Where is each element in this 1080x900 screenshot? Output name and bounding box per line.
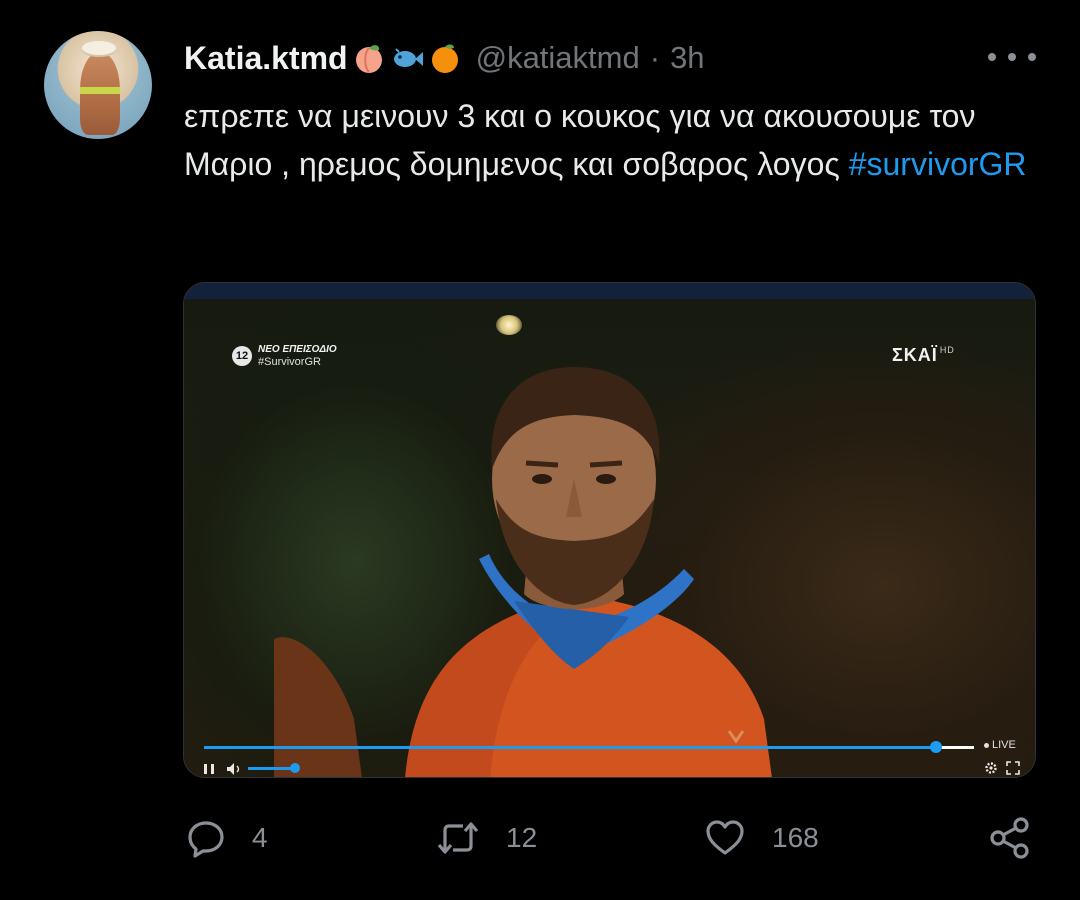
video-frame: 12 ΝΕΟ ΕΠΕΙΣΟΔΙΟ #SurvivorGR ΣΚΑΪ HD LIVE [184,299,1035,777]
retweet-icon [437,822,479,854]
episode-overlay: 12 ΝΕΟ ΕΠΕΙΣΟΔΙΟ #SurvivorGR [232,344,337,368]
peach-emoji [355,45,382,73]
episode-tag: #SurvivorGR [258,356,321,368]
channel-logo: ΣΚΑΪ HD [892,345,955,366]
heart-icon [706,820,744,855]
tweet-header: Katia.ktmd @katiaktmd · 3h [184,34,705,82]
separator-dot: · [649,40,661,75]
tweet-text: επρεπε να μεινουν 3 και ο κουκος για να … [184,92,1044,188]
author-handle[interactable]: @katiaktmd [476,40,640,76]
avatar[interactable] [44,31,152,139]
retweet-count: 12 [506,822,538,853]
volume-knob[interactable] [290,763,300,773]
reply-button[interactable]: 4 [186,808,268,868]
volume-slider[interactable] [248,767,296,770]
author-display-name[interactable]: Katia.ktmd [184,40,348,77]
live-label: LIVE [992,739,1016,751]
gear-icon[interactable] [984,761,998,775]
tangerine-emoji [431,44,458,73]
retweet-button[interactable]: 12 [436,808,537,868]
channel-hd: HD [939,345,955,355]
progress-fill [204,746,936,749]
fish-emoji [393,48,423,67]
like-count: 168 [772,822,819,853]
episode-badge: 12 [232,346,252,366]
live-indicator[interactable]: LIVE [984,739,1016,751]
hashtag-link[interactable]: #survivorGR [849,146,1027,182]
share-button[interactable] [988,808,1032,868]
video-player[interactable]: 12 ΝΕΟ ΕΠΕΙΣΟΔΙΟ #SurvivorGR ΣΚΑΪ HD LIVE [183,282,1036,778]
tweet: Katia.ktmd @katiaktmd · 3h επρεπε να μει… [0,0,1080,900]
reply-count: 4 [252,822,268,853]
contestant-figure [274,367,772,777]
volume-icon[interactable] [226,762,242,776]
timestamp[interactable]: 3h [670,40,704,76]
more-horizontal-icon[interactable] [988,42,1036,72]
action-bar: 4 12 168 [0,808,1080,868]
pause-icon[interactable] [204,764,216,774]
channel-logo-text: ΣΚΑΪ [892,345,938,365]
like-button[interactable]: 168 [704,808,819,868]
fullscreen-icon[interactable] [1006,761,1020,775]
reply-icon [188,821,224,858]
episode-title: ΝΕΟ ΕΠΕΙΣΟΔΙΟ [258,344,337,355]
avatar-figure [80,53,120,135]
progress-knob[interactable] [930,741,942,753]
share-icon [990,817,1029,859]
